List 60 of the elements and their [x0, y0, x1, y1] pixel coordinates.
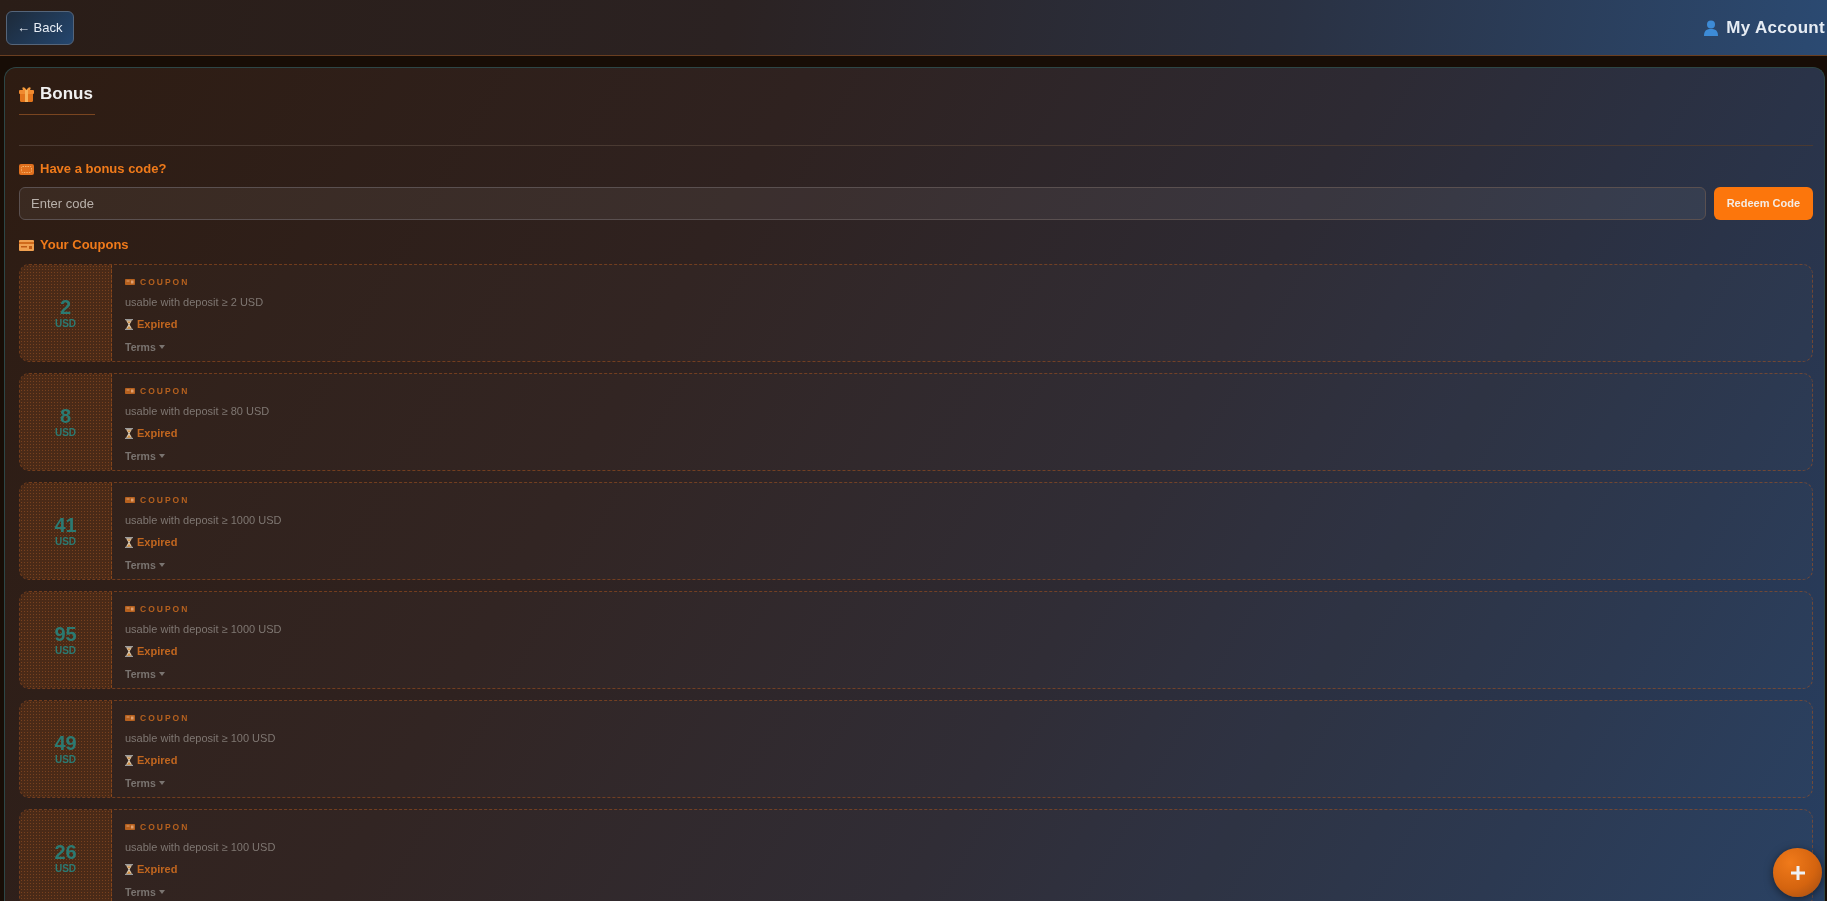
coupon-condition: usable with deposit ≥ 1000 USD: [125, 513, 282, 528]
coupon-type-label: COUPON: [140, 494, 190, 506]
coupon-amount: 95: [54, 623, 77, 644]
section-heading: Have a bonus code?: [40, 161, 167, 177]
terms-toggle[interactable]: Terms: [125, 557, 165, 573]
coupon-status: Expired: [137, 862, 178, 877]
currency-label: USD: [54, 862, 77, 875]
ticket-icon: [125, 606, 135, 612]
ticket-icon: [125, 497, 135, 503]
currency-label: USD: [54, 317, 77, 330]
coupon-amount: 26: [54, 841, 77, 862]
ticket-icon: [125, 279, 135, 285]
redeem-code-button[interactable]: Redeem Code: [1713, 187, 1813, 220]
currency-label: USD: [54, 753, 77, 766]
coupon-condition: usable with deposit ≥ 100 USD: [125, 731, 276, 746]
coupon-condition: usable with deposit ≥ 100 USD: [125, 840, 276, 855]
terms-toggle[interactable]: Terms: [125, 775, 165, 791]
gift-icon: [19, 86, 34, 102]
coupon-amount: 41: [54, 514, 77, 535]
coupon-status: Expired: [137, 644, 178, 659]
coupon-type-label: COUPON: [140, 385, 190, 397]
coupon-status: Expired: [137, 426, 178, 441]
terms-toggle[interactable]: Terms: [125, 666, 165, 682]
back-button[interactable]: ← Back: [6, 10, 74, 45]
hourglass-icon: [125, 536, 133, 548]
coupon-amount: 2: [59, 296, 72, 317]
ticket-icon: [125, 715, 135, 721]
hourglass-icon: [125, 754, 133, 766]
coupon-type-label: COUPON: [140, 712, 190, 724]
hourglass-icon: [125, 645, 133, 657]
currency-label: USD: [54, 426, 77, 439]
coupon-status: Expired: [137, 317, 178, 332]
coupon-condition: usable with deposit ≥ 80 USD: [125, 404, 270, 419]
coupon-type-label: COUPON: [140, 603, 190, 615]
terms-toggle[interactable]: Terms: [125, 884, 165, 900]
coupon-condition: usable with deposit ≥ 1000 USD: [125, 622, 282, 637]
panel-title: Bonus: [40, 84, 93, 104]
plus-icon: [1790, 865, 1805, 880]
coupon-condition: usable with deposit ≥ 2 USD: [125, 295, 264, 310]
coupon-amount: 8: [59, 405, 72, 426]
currency-label: USD: [54, 644, 77, 657]
ticket-icon: [19, 163, 34, 175]
currency-label: USD: [54, 535, 77, 548]
ticket-icon: [125, 388, 135, 394]
terms-toggle[interactable]: Terms: [125, 339, 165, 355]
code-input-field[interactable]: Enter code: [19, 187, 1706, 220]
my-account-link[interactable]: My Account: [1704, 14, 1825, 41]
coupon-type-label: COUPON: [140, 276, 190, 288]
hourglass-icon: [125, 863, 133, 875]
hourglass-icon: [125, 427, 133, 439]
coupon-amount: 49: [54, 732, 77, 753]
coupon-status: Expired: [137, 535, 178, 550]
person-icon: [1704, 19, 1719, 36]
hourglass-icon: [125, 318, 133, 330]
ticket-icon: [19, 239, 34, 251]
ticket-icon: [125, 824, 135, 830]
section-heading: Your Coupons: [40, 237, 129, 253]
terms-toggle[interactable]: Terms: [125, 448, 165, 464]
coupon-type-label: COUPON: [140, 821, 190, 833]
coupon-status: Expired: [137, 753, 178, 768]
